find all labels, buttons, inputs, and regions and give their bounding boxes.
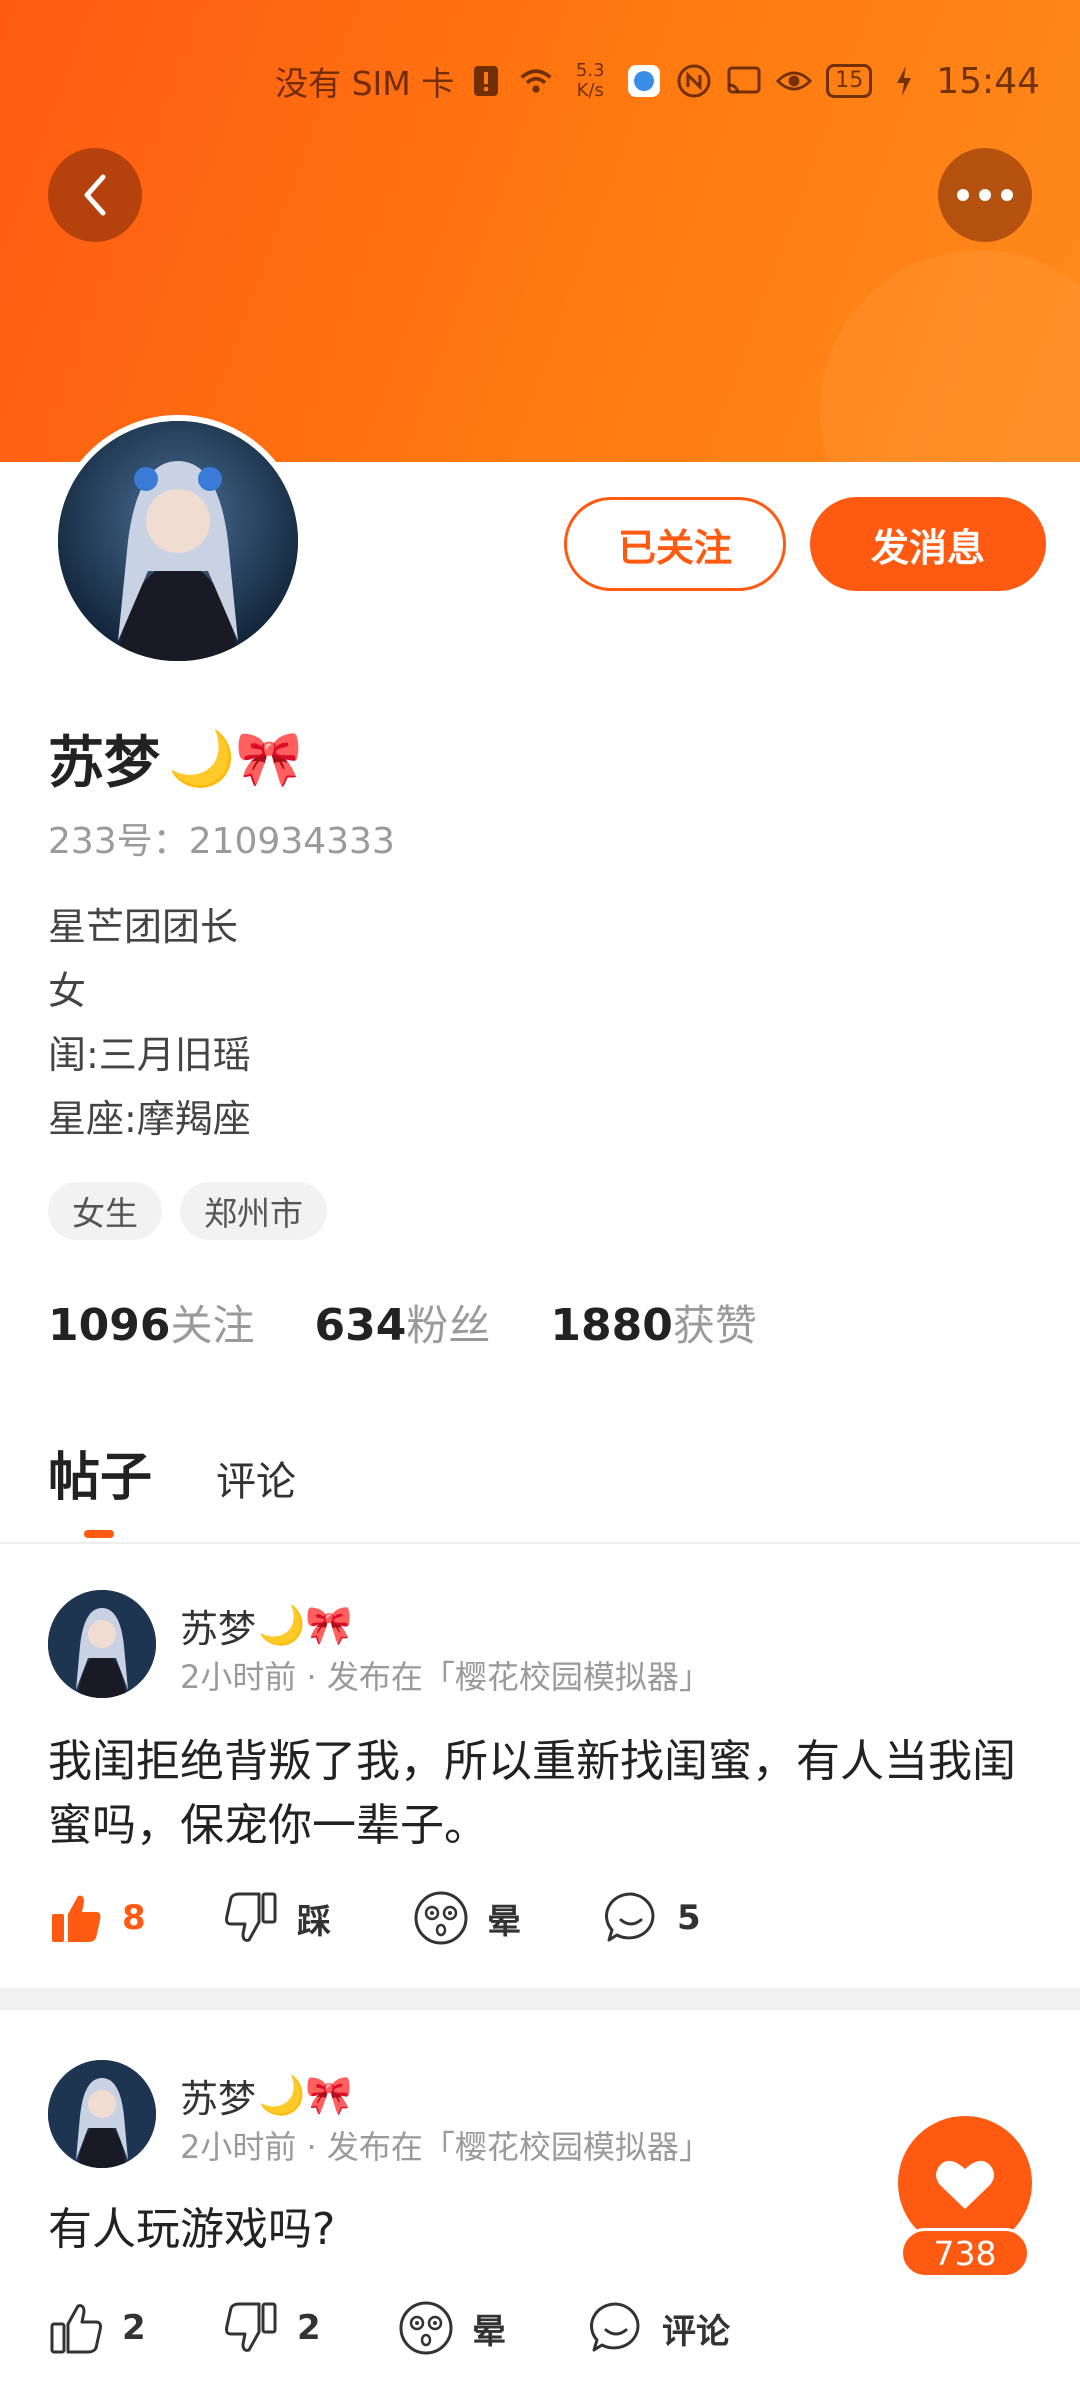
app-notification-icon — [626, 63, 662, 99]
wifi-icon — [518, 63, 554, 99]
battery-level: 15 — [826, 64, 873, 98]
like-button[interactable]: 2 — [48, 2300, 223, 2356]
profile-uid: 233号：210934333 — [48, 821, 395, 862]
dizzy-face-icon — [414, 1891, 468, 1945]
profile-bio: 星芒团团长 女 闺:三月旧瑶 星座:摩羯座 — [48, 895, 251, 1151]
thumbs-down-icon — [225, 1892, 277, 1942]
heart-icon — [936, 2160, 994, 2209]
comment-button[interactable]: 评论 — [588, 2300, 730, 2356]
comment-label: 评论 — [662, 2311, 730, 2352]
author-emoji: 🌙🎀 — [258, 1603, 353, 1647]
dizzy-face-icon — [399, 2301, 453, 2355]
thumbs-up-icon — [50, 2304, 102, 2354]
dislike-count: 2 — [297, 2308, 321, 2348]
stat-label: 关注 — [170, 1301, 255, 1350]
bio-line: 闺:三月旧瑶 — [48, 1033, 251, 1077]
post-author-name[interactable]: 苏梦 🌙🎀 — [180, 1598, 353, 1653]
dislike-button[interactable]: 踩 — [223, 1890, 413, 1946]
post-content[interactable]: 有人玩游戏吗? — [48, 2198, 1038, 2262]
like-button[interactable]: 8 — [48, 1890, 223, 1946]
profile-stats: 1096关注 634粉丝 1880获赞 — [48, 1292, 757, 1353]
content-tabs: 帖子 评论 — [48, 1435, 296, 1510]
more-dots-icon — [957, 189, 1013, 201]
dizzy-button[interactable]: 晕 — [398, 2300, 588, 2356]
dislike-button[interactable]: 2 — [223, 2300, 398, 2356]
post-author-name[interactable]: 苏梦 🌙🎀 — [180, 2068, 353, 2123]
network-speed: 5.3 K/s — [568, 61, 612, 101]
stat-number: 1880 — [550, 1300, 673, 1351]
post-author-avatar[interactable] — [48, 2060, 156, 2168]
post-meta: 2小时前 · 发布在「樱花校园模拟器」 — [180, 1658, 711, 1696]
dislike-label: 踩 — [297, 1901, 331, 1942]
status-bar: 没有 SIM 卡 5.3 K/s 15 15:44 — [275, 56, 1040, 106]
sim-alert-icon — [468, 63, 504, 99]
bio-line: 女 — [48, 969, 87, 1013]
banner-decoration — [820, 250, 1080, 462]
more-options-button[interactable] — [938, 148, 1032, 242]
charging-icon — [886, 63, 922, 99]
floating-like-count: 738 — [900, 2228, 1030, 2278]
speed-value: 5.3 — [575, 60, 605, 81]
active-tab-indicator — [84, 1530, 114, 1538]
back-button[interactable] — [48, 148, 142, 242]
name-emoji: 🌙🎀 — [168, 726, 303, 790]
like-count: 8 — [122, 1898, 146, 1938]
post-content[interactable]: 我闺拒绝背叛了我，所以重新找闺蜜，有人当我闺蜜吗，保宠你一辈子。 — [48, 1730, 1038, 1858]
author-name-text: 苏梦 — [180, 2077, 257, 2121]
thumbs-up-filled-icon — [52, 1895, 101, 1942]
followed-button[interactable]: 已关注 — [564, 497, 786, 591]
author-name-text: 苏梦 — [180, 1607, 257, 1651]
bio-line: 星芒团团长 — [48, 905, 239, 949]
stat-number: 634 — [314, 1300, 407, 1351]
post-author-avatar[interactable] — [48, 1590, 156, 1698]
clock: 15:44 — [936, 60, 1040, 102]
send-message-button[interactable]: 发消息 — [810, 497, 1046, 591]
dizzy-label: 晕 — [487, 1901, 521, 1942]
post-separator — [0, 1988, 1080, 2010]
stat-following[interactable]: 1096关注 — [48, 1292, 254, 1353]
profile-name: 苏梦 — [48, 731, 160, 796]
stat-label: 粉丝 — [406, 1301, 491, 1350]
chevron-left-icon — [84, 174, 106, 216]
comment-button[interactable]: 5 — [603, 1890, 701, 1946]
stat-number: 1096 — [48, 1300, 171, 1351]
like-count: 2 — [122, 2308, 146, 2348]
post-actions: 8 踩 晕 5 — [48, 1890, 701, 1946]
speed-unit: K/s — [576, 80, 604, 101]
comment-bubble-icon — [590, 2302, 640, 2352]
tag-location: 郑州市 — [180, 1182, 327, 1240]
bio-line: 星座:摩羯座 — [48, 1097, 251, 1141]
stat-followers[interactable]: 634粉丝 — [314, 1292, 490, 1353]
post-meta: 2小时前 · 发布在「樱花校园模拟器」 — [180, 2128, 711, 2166]
dizzy-button[interactable]: 晕 — [413, 1890, 603, 1946]
thumbs-down-icon — [225, 2302, 277, 2352]
comment-bubble-icon — [605, 1892, 655, 1942]
cast-icon — [726, 63, 762, 99]
stat-likes: 1880获赞 — [550, 1292, 756, 1353]
dizzy-label: 晕 — [472, 2311, 506, 2352]
author-emoji: 🌙🎀 — [258, 2073, 353, 2117]
stat-label: 获赞 — [672, 1301, 757, 1350]
profile-name-row: 苏梦 🌙🎀 — [48, 718, 302, 799]
profile-tags: 女生 郑州市 — [48, 1182, 327, 1240]
tab-posts[interactable]: 帖子 — [48, 1435, 152, 1510]
carrier-text: 没有 SIM 卡 — [275, 64, 455, 103]
profile-avatar[interactable] — [52, 415, 304, 667]
post-actions: 2 2 晕 评论 — [48, 2300, 730, 2356]
nfc-icon — [676, 63, 712, 99]
tab-comments[interactable]: 评论 — [216, 1449, 296, 1507]
tab-divider — [0, 1542, 1080, 1544]
eye-comfort-icon — [776, 63, 813, 99]
tag-gender: 女生 — [48, 1182, 162, 1240]
comment-count: 5 — [677, 1898, 701, 1938]
